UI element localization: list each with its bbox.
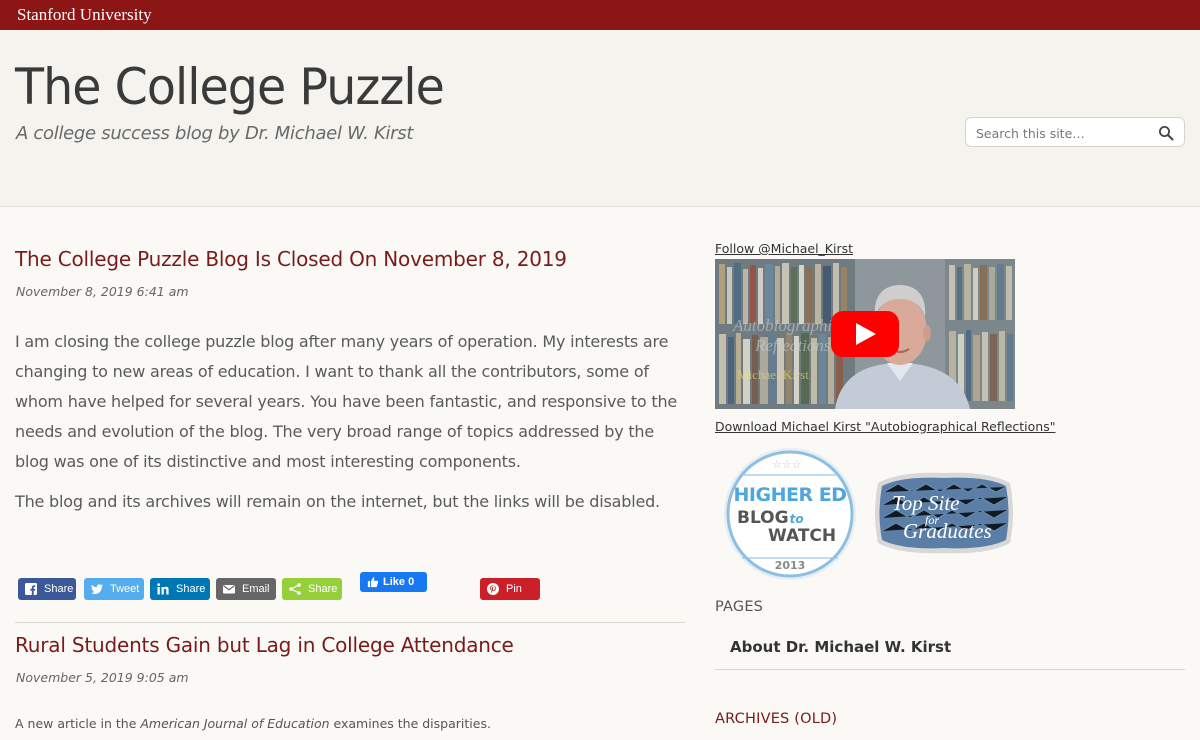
- pinterest-share-button[interactable]: Pin: [480, 578, 540, 600]
- sidebar-divider: [715, 669, 1185, 670]
- content-area: The College Puzzle Blog Is Closed On Nov…: [0, 207, 1200, 740]
- linkedin-icon: [157, 583, 169, 595]
- twitter-icon: [91, 584, 103, 595]
- search-box: [965, 117, 1185, 147]
- post-title[interactable]: The College Puzzle Blog Is Closed On Nov…: [15, 247, 567, 271]
- badge-blog-word: BLOG: [737, 508, 789, 528]
- twitter-share-button[interactable]: Tweet: [84, 578, 144, 600]
- top-site-for-graduates-badge[interactable]: Top Site for Graduates: [870, 467, 1018, 559]
- share-label: Share: [308, 583, 338, 595]
- badge-year: 2013: [774, 559, 806, 572]
- excerpt-text: examines the disparities.: [329, 716, 491, 731]
- share-label: Share: [44, 583, 74, 595]
- facebook-share-button[interactable]: Share: [18, 578, 76, 600]
- site-tagline: A college success blog by Dr. Michael W.…: [16, 123, 414, 144]
- badge-line3: WATCH: [768, 526, 837, 546]
- badge-line1: HIGHER ED: [733, 484, 847, 506]
- video-embed[interactable]: Autobiographical Reflections Michael Kir…: [715, 259, 1015, 409]
- svg-text:☆☆☆: ☆☆☆: [772, 458, 802, 471]
- site-title[interactable]: The College Puzzle: [15, 58, 445, 116]
- pinterest-icon: [487, 583, 499, 595]
- brand-bar: Stanford University: [0, 0, 1200, 30]
- post-paragraph: I am closing the college puzzle blog aft…: [15, 332, 678, 471]
- masthead: The College Puzzle A college success blo…: [0, 30, 1200, 207]
- archives-heading: ARCHIVES (OLD): [715, 711, 838, 727]
- page-link-about[interactable]: About Dr. Michael W. Kirst: [730, 638, 951, 656]
- post-title[interactable]: Rural Students Gain but Lag in College A…: [15, 633, 514, 657]
- download-reflections-link[interactable]: Download Michael Kirst "Autobiographical…: [715, 419, 1055, 434]
- like-label: Like 0: [383, 576, 415, 588]
- share-label: Share: [176, 583, 206, 595]
- linkedin-share-button[interactable]: Share: [150, 578, 210, 600]
- search-icon[interactable]: [1158, 125, 1174, 141]
- excerpt-journal-name: American Journal of Education: [140, 716, 330, 731]
- post-date: November 5, 2019 9:05 am: [16, 670, 189, 685]
- badge-to-word: to: [789, 512, 804, 526]
- post-paragraph: The blog and its archives will remain on…: [15, 492, 660, 511]
- search-input[interactable]: [976, 124, 1146, 142]
- facebook-icon: [25, 583, 37, 595]
- post-date: November 8, 2019 6:41 am: [16, 284, 189, 299]
- pages-heading: PAGES: [715, 599, 764, 615]
- video-thumbnail: Autobiographical Reflections Michael Kir…: [715, 259, 1015, 409]
- follow-twitter-link[interactable]: Follow @Michael_Kirst: [715, 241, 853, 256]
- share-icon: [289, 583, 301, 595]
- email-share-button[interactable]: Email: [216, 578, 276, 600]
- share-label: Pin: [506, 583, 522, 595]
- email-icon: [223, 585, 235, 594]
- post-excerpt: A new article in the American Journal of…: [15, 716, 491, 731]
- badge-line2: BLOGto: [737, 508, 804, 528]
- share-label: Tweet: [110, 583, 140, 595]
- thumbs-up-icon: [367, 577, 379, 588]
- badge-line3: Graduates: [903, 519, 992, 543]
- share-label: Email: [242, 583, 270, 595]
- sharethis-share-button[interactable]: Share: [282, 578, 342, 600]
- excerpt-text: A new article in the: [15, 716, 141, 731]
- stanford-university-link[interactable]: Stanford University: [17, 5, 152, 25]
- post-divider: [15, 622, 685, 623]
- higher-ed-blog-to-watch-badge[interactable]: ☆☆☆ HIGHER ED BLOGto WATCH 2013: [722, 446, 858, 582]
- facebook-like-button[interactable]: Like 0: [360, 572, 427, 592]
- svg-text:Michael Kirst: Michael Kirst: [737, 367, 809, 382]
- svg-text:Reflections: Reflections: [754, 336, 831, 355]
